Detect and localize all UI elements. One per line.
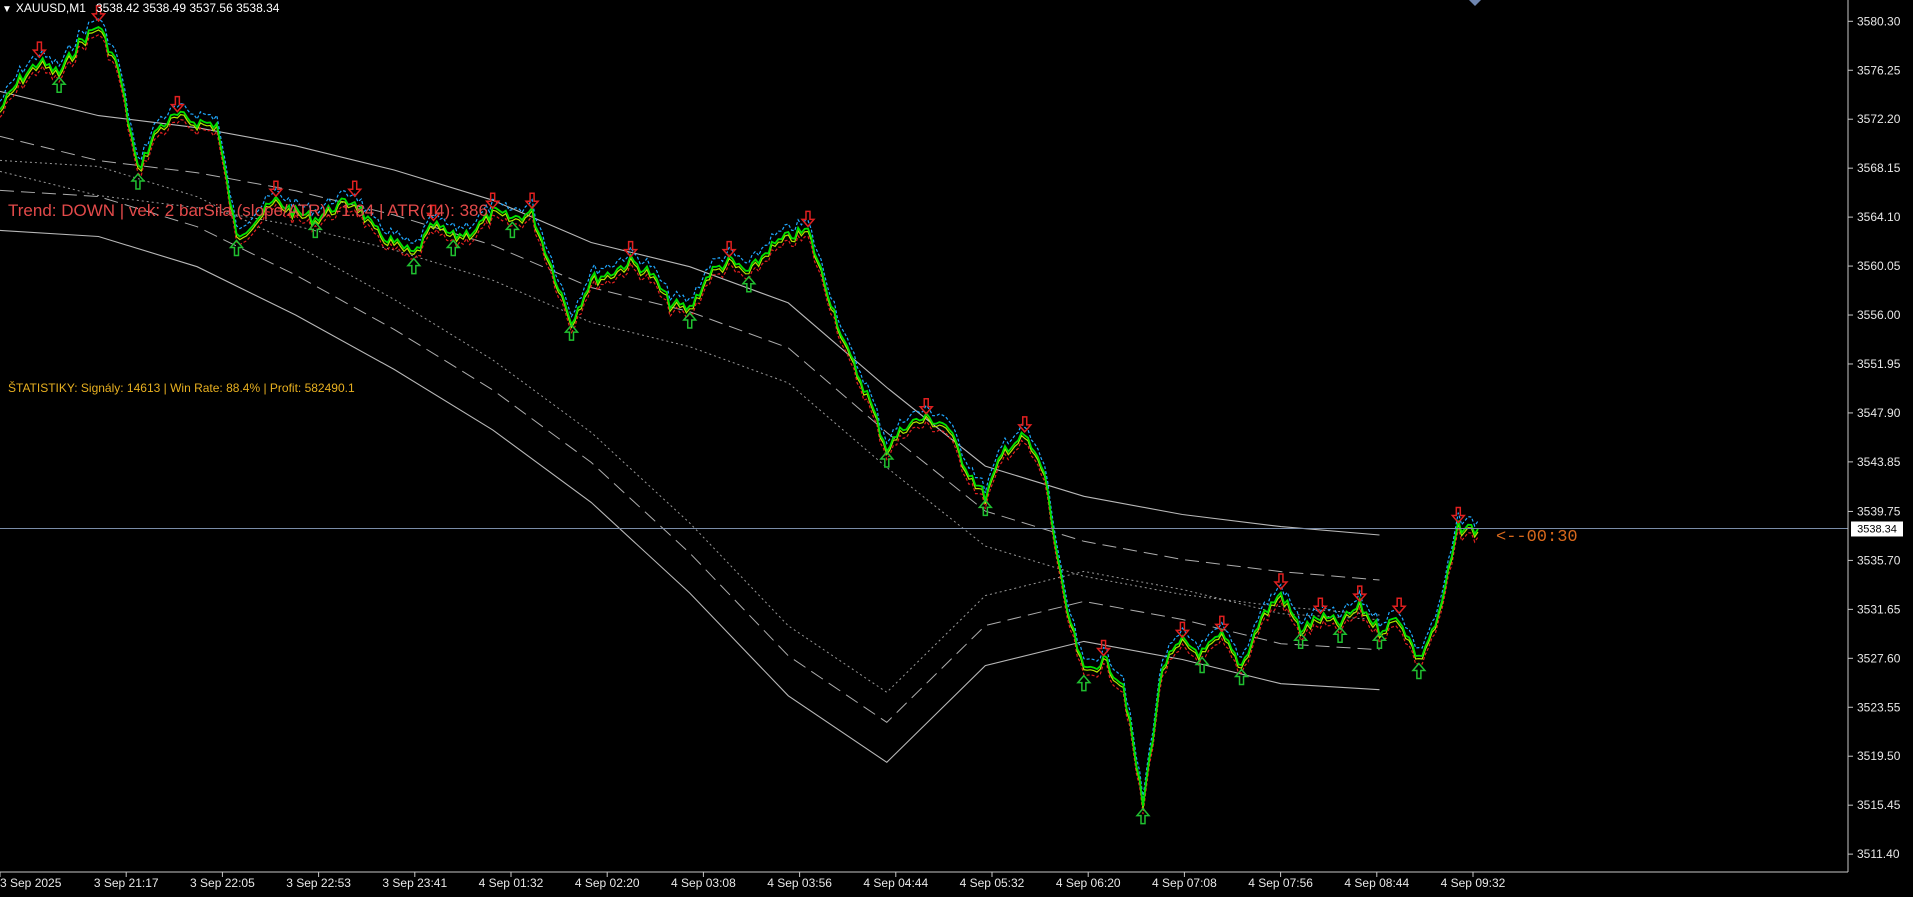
- buy-arrow-icon: [406, 257, 422, 275]
- scroll-marker-icon[interactable]: [1469, 0, 1481, 6]
- x-tick-label: 4 Sep 07:56: [1248, 876, 1313, 890]
- sell-arrow-icon: [1391, 597, 1407, 615]
- y-tick-label: 3580.30: [1857, 14, 1901, 28]
- x-axis-ticks: 3 Sep 2025 3 Sep 21:17 3 Sep 22:05 3 Sep 22…: [0, 872, 1506, 890]
- y-tick-label: 3531.65: [1857, 602, 1901, 616]
- upper-band-line: [0, 18, 1479, 799]
- x-tick-label: 4 Sep 07:08: [1152, 876, 1217, 890]
- chart-header: ▼ XAUUSD,M1 3538.42 3538.49 3537.56 3538.…: [2, 1, 279, 15]
- buy-arrow-icon: [1411, 662, 1427, 680]
- chart-menu-icon[interactable]: ▼: [2, 4, 12, 15]
- x-tick-label: 3 Sep 2025: [0, 876, 62, 890]
- sell-arrow-icon: [169, 95, 185, 113]
- buy-arrow-icon: [228, 239, 245, 257]
- y-tick-label: 3515.45: [1857, 798, 1901, 812]
- ohlc-values: 3538.42 3538.49 3537.56 3538.34: [95, 1, 280, 15]
- y-tick-label: 3556.00: [1857, 308, 1901, 322]
- y-tick-label: 3572.20: [1857, 112, 1901, 126]
- x-tick-label: 4 Sep 03:08: [671, 876, 736, 890]
- x-tick-label: 4 Sep 02:20: [575, 876, 640, 890]
- y-tick-label: 3523.55: [1857, 700, 1901, 714]
- envelope-lines: [0, 90, 1380, 764]
- buy-arrow-icon: [1076, 674, 1092, 692]
- lower-envelope-line: [0, 229, 1380, 764]
- x-tick-label: 4 Sep 09:32: [1441, 876, 1506, 890]
- signal-arrows: [31, 5, 1466, 825]
- x-tick-label: 4 Sep 01:32: [479, 876, 544, 890]
- y-tick-label: 3576.25: [1857, 63, 1901, 77]
- y-tick-label: 3547.90: [1857, 406, 1901, 420]
- price-lines: [0, 18, 1479, 815]
- axes: [0, 0, 1849, 873]
- x-tick-label: 4 Sep 06:20: [1056, 876, 1121, 890]
- buy-arrow-icon: [1233, 668, 1250, 686]
- y-tick-label: 3519.50: [1857, 749, 1901, 763]
- y-tick-label: 3539.75: [1857, 504, 1901, 518]
- sell-arrow-icon: [721, 240, 737, 258]
- y-tick-label: 3511.40: [1857, 847, 1900, 861]
- x-tick-label: 4 Sep 03:56: [767, 876, 832, 890]
- y-tick-label: 3543.85: [1857, 455, 1901, 469]
- sell-arrow-icon: [800, 210, 816, 228]
- x-tick-label: 4 Sep 05:32: [960, 876, 1025, 890]
- y-tick-label: 3568.15: [1857, 161, 1901, 175]
- y-tick-label: 3551.95: [1857, 357, 1901, 371]
- y-tick-label: 3560.05: [1857, 259, 1901, 273]
- y-tick-label: 3564.10: [1857, 210, 1901, 224]
- symbol-label: XAUUSD,M1: [15, 1, 86, 15]
- x-tick-label: 4 Sep 04:44: [863, 876, 928, 890]
- buy-arrow-icon: [130, 172, 146, 190]
- price-chart[interactable]: 3580.30 3576.25 3572.20 3568.15 3564.10 3560.…: [0, 0, 1913, 897]
- sell-arrow-icon: [1273, 573, 1289, 591]
- x-tick-label: 3 Sep 21:17: [94, 876, 159, 890]
- buy-arrow-icon: [445, 239, 461, 257]
- x-tick-label: 3 Sep 22:05: [190, 876, 255, 890]
- y-tick-label: 3527.60: [1857, 651, 1901, 665]
- sell-arrow-icon: [1450, 506, 1466, 524]
- sell-arrow-icon: [1017, 416, 1033, 434]
- statistics-annotation: ŠTATISTIKY: Signály: 14613 | Win Rate: 8…: [8, 381, 355, 395]
- x-tick-label: 3 Sep 22:53: [286, 876, 351, 890]
- buy-arrow-icon: [51, 76, 67, 94]
- y-axis-ticks: 3580.30 3576.25 3572.20 3568.15 3564.10 3560.…: [1848, 14, 1901, 861]
- lower-envelope-dotted: [0, 159, 1380, 693]
- buy-arrow-icon: [1194, 656, 1210, 674]
- x-tick-label: 3 Sep 23:41: [382, 876, 447, 890]
- y-tick-label: 3535.70: [1857, 553, 1901, 567]
- bar-timer: <--00:30: [1496, 528, 1578, 547]
- current-price-text: 3538.34: [1857, 523, 1897, 535]
- current-price-label: 3538.34: [1851, 521, 1903, 537]
- x-tick-label: 4 Sep 08:44: [1344, 876, 1409, 890]
- trend-annotation: Trend: DOWN | vek: 2 barSila (slope/ATR)…: [8, 201, 488, 220]
